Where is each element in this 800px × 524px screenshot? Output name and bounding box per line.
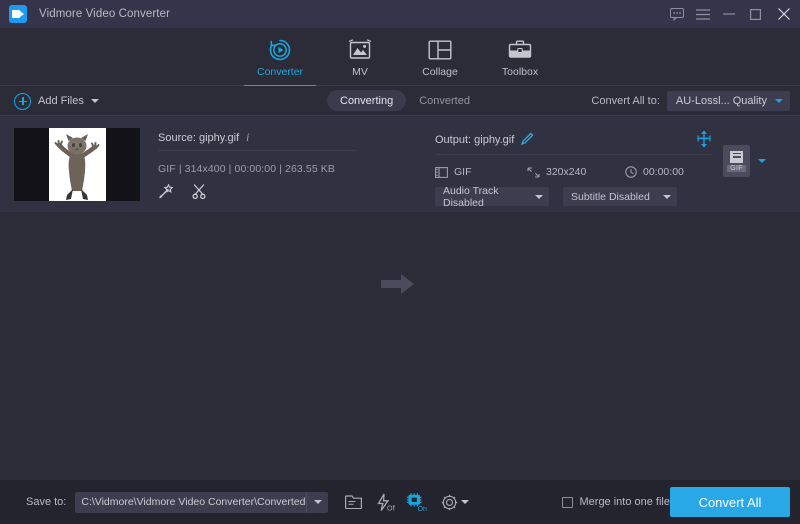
source-header: Source: giphy.gif i [158,132,356,151]
hardware-acceleration-icon[interactable]: Off [372,490,398,514]
source-block: Source: giphy.gif i GIF | 314x400 | 00:0… [158,132,356,204]
output-track-selects: Audio Track Disabled Subtitle Disabled [435,187,712,206]
source-filename: Source: giphy.gif [158,132,239,144]
window-controls [664,0,800,28]
tab-collage[interactable]: Collage [400,28,480,86]
save-to-label: Save to: [26,496,66,508]
collage-icon [428,37,452,63]
segment-converted[interactable]: Converted [406,90,483,111]
convert-all-to-label: Convert All to: [591,95,659,107]
subtitle-select[interactable]: Subtitle Disabled [563,187,677,206]
tab-mv[interactable]: MV [320,28,400,86]
gif-format-icon[interactable]: GIF [723,145,750,177]
magic-wand-edit-icon[interactable] [158,184,173,204]
source-metadata: GIF | 314x400 | 00:00:00 | 263.55 KB [158,163,356,175]
status-filter-segmented: Converting Converted [327,90,483,111]
maximize-icon[interactable] [742,0,768,28]
info-icon[interactable]: i [246,132,249,144]
convert-all-label: Convert All [699,495,762,510]
add-files-label: Add Files [38,95,84,107]
svg-text:Off: Off [387,505,395,512]
save-path-dropdown[interactable] [306,492,328,513]
output-resolution-cell: 320x240 [527,166,625,178]
source-action-icons [158,184,356,204]
tab-collage-label: Collage [422,66,458,78]
output-format-button-group: GIF [723,145,766,177]
open-folder-icon[interactable] [340,490,366,514]
output-duration-cell: 00:00:00 [625,166,684,178]
merge-into-one-file-checkbox[interactable]: Merge into one file [562,496,671,508]
window-title: Vidmore Video Converter [39,8,170,20]
film-strip-icon [435,167,448,178]
output-resolution-value: 320x240 [546,166,586,178]
output-header: Output: giphy.gif [435,132,712,155]
converter-icon [268,37,292,63]
clock-icon [625,166,637,178]
chevron-down-icon [535,195,543,199]
sub-toolbar: Add Files Converting Converted Convert A… [0,86,800,116]
chevron-down-icon [775,99,783,103]
save-path-input[interactable]: C:\Vidmore\Vidmore Video Converter\Conve… [75,492,328,513]
bottom-tool-icons: Off On [340,490,474,514]
audio-track-value: Audio Track Disabled [443,185,535,209]
scissors-trim-icon[interactable] [191,184,207,204]
settings-gear-icon[interactable] [436,490,474,514]
merge-compress-icon[interactable] [696,130,712,151]
tab-converter[interactable]: Converter [240,28,320,86]
merge-into-one-file-label: Merge into one file [580,496,671,508]
close-icon[interactable] [768,0,800,28]
output-format-value: GIF [454,166,472,178]
subtitle-value: Subtitle Disabled [571,191,650,203]
tab-converter-label: Converter [257,66,303,78]
file-list: Source: giphy.gif i GIF | 314x400 | 00:0… [0,116,800,480]
checkbox-box [562,497,573,508]
table-row[interactable]: Source: giphy.gif i GIF | 314x400 | 00:0… [0,116,800,213]
save-path-value: C:\Vidmore\Vidmore Video Converter\Conve… [81,496,305,508]
gpu-acceleration-icon[interactable]: On [404,490,430,514]
output-format-cell: GIF [435,166,527,178]
mv-icon [348,37,372,63]
video-thumbnail-dancing-cat[interactable] [14,128,140,201]
add-files-button[interactable]: Add Files [14,86,99,116]
chevron-down-icon[interactable] [758,159,766,163]
chevron-down-icon [314,500,322,504]
output-metadata: GIF 320x240 00:00:00 [435,166,712,178]
minimize-icon[interactable] [716,0,742,28]
pencil-edit-icon[interactable] [521,132,534,148]
audio-track-select[interactable]: Audio Track Disabled [435,187,549,206]
convert-all-button[interactable]: Convert All [670,487,790,517]
resize-icon [527,167,540,178]
svg-text:On: On [418,506,427,512]
segment-converting[interactable]: Converting [327,90,406,111]
plus-circle-icon [14,93,31,110]
feedback-icon[interactable] [664,0,690,28]
vidmore-video-converter-window: Vidmore Video Converter [0,0,800,524]
output-block: Output: giphy.gif [435,132,712,206]
tab-toolbox-label: Toolbox [502,66,538,78]
output-filename: Output: giphy.gif [435,134,514,146]
title-bar: Vidmore Video Converter [0,0,800,28]
chevron-down-icon [663,195,671,199]
app-logo-icon [9,5,27,23]
chevron-down-icon[interactable] [91,99,99,103]
toolbox-icon [508,37,532,63]
menu-icon[interactable] [690,0,716,28]
chevron-down-icon[interactable] [461,500,469,504]
output-duration-value: 00:00:00 [643,166,684,178]
tab-mv-label: MV [352,66,368,78]
gif-format-tag: GIF [727,165,746,172]
quality-preset-select[interactable]: AU-Lossl... Quality [667,91,790,111]
nav-tabs: Converter MV [240,28,560,86]
quality-preset-value: AU-Lossl... Quality [676,95,767,107]
convert-all-to-group: Convert All to: AU-Lossl... Quality [591,86,790,116]
tab-toolbox[interactable]: Toolbox [480,28,560,86]
main-nav-bar: Converter MV [0,28,800,86]
bottom-bar: Save to: C:\Vidmore\Vidmore Video Conver… [0,480,800,524]
arrow-right-icon [381,273,415,300]
